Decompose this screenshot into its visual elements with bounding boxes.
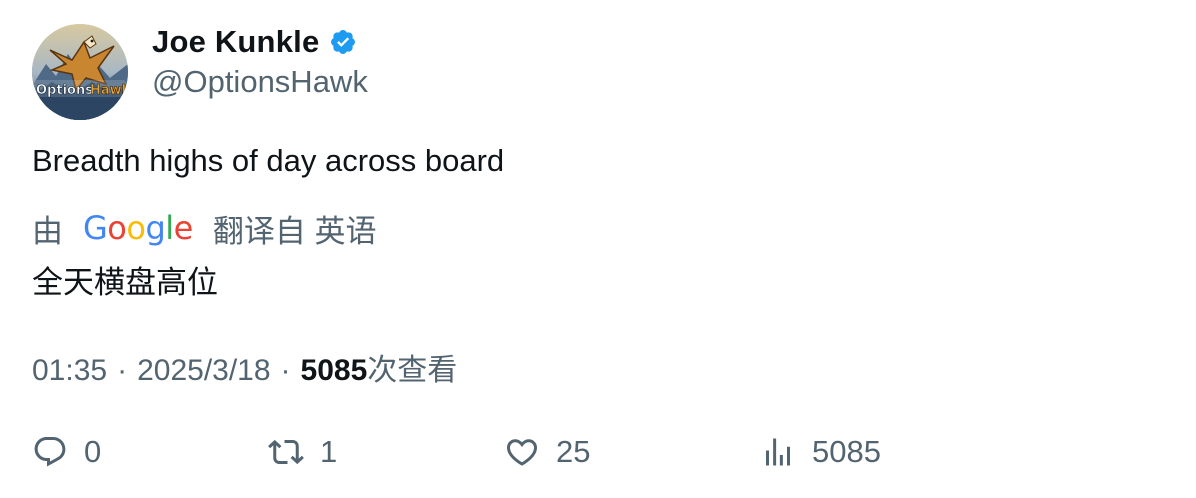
views-button[interactable]: 5085	[760, 430, 881, 474]
verified-badge-icon	[329, 28, 357, 56]
retweet-button[interactable]: 1	[268, 430, 337, 474]
tweet-time[interactable]: 01:35	[32, 354, 107, 388]
views-label: 次查看	[367, 354, 458, 387]
display-name[interactable]: Joe Kunkle	[152, 24, 319, 60]
reply-icon	[34, 437, 66, 467]
meta-separator: ·	[117, 354, 128, 387]
tweet-date[interactable]: 2025/3/18	[137, 354, 270, 388]
like-count: 25	[556, 434, 591, 469]
meta-separator: ·	[280, 354, 291, 387]
reply-count: 0	[84, 434, 102, 469]
translation-attribution: 由 Google 翻译自 英语	[32, 208, 377, 249]
user-handle[interactable]: @OptionsHawk	[152, 64, 368, 100]
reply-button[interactable]: 0	[32, 430, 101, 474]
tweet-text: Breadth highs of day across board	[32, 143, 505, 178]
action-bar: 0 1 25 5085	[32, 430, 1164, 474]
avatar[interactable]: Options Hawk	[32, 24, 128, 120]
retweet-icon	[268, 439, 304, 465]
svg-text:Options: Options	[36, 83, 93, 98]
translated-text: 全天横盘高位	[32, 265, 218, 300]
google-logo-icon: Google	[83, 209, 193, 247]
retweet-count: 1	[320, 434, 338, 469]
views-action-count: 5085	[812, 434, 881, 469]
tweet-card: Options Hawk Joe Kunkle @OptionsHawk Bre…	[0, 0, 1196, 498]
hawk-logo-image: Options Hawk	[32, 24, 128, 120]
svg-text:Hawk: Hawk	[90, 83, 128, 98]
translation-prefix: 由	[32, 213, 63, 249]
analytics-icon	[766, 438, 790, 466]
views-count: 5085	[300, 354, 368, 387]
tweet-meta: 01:35 · 2025/3/18 · 5085 次查看	[32, 345, 457, 389]
like-button[interactable]: 25	[504, 430, 590, 474]
translation-suffix: 翻译自 英语	[212, 213, 377, 249]
author-name-row: Joe Kunkle	[152, 24, 357, 60]
heart-icon	[506, 439, 538, 466]
